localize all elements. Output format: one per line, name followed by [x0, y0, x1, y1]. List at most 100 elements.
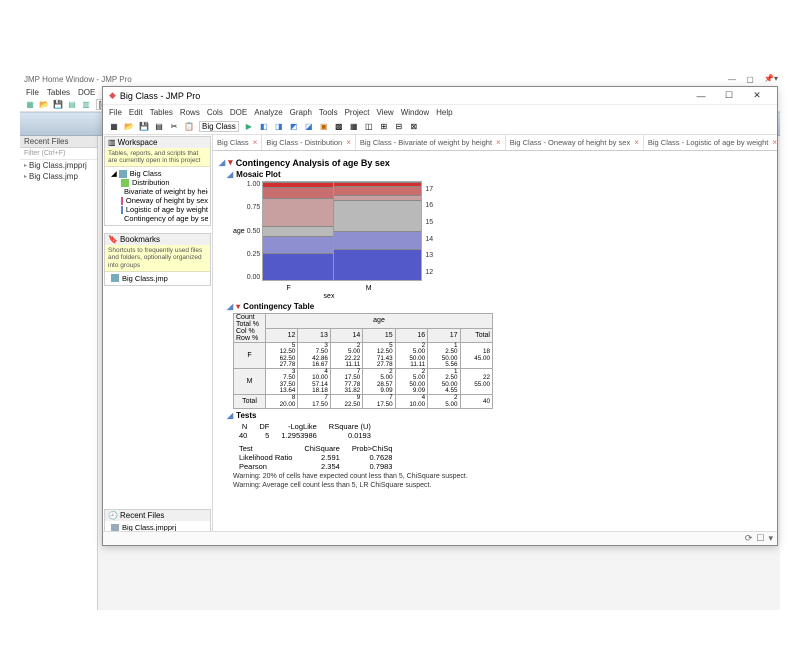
toolbar-icon[interactable]: ▥ [80, 99, 92, 111]
inner-min-icon[interactable]: ― [687, 88, 715, 104]
toolbar-icon[interactable]: 💾 [137, 120, 151, 134]
disclose-icon[interactable]: ◢ [227, 411, 233, 420]
mosaic-segment[interactable] [263, 187, 333, 198]
table-dropdown[interactable]: Big Class [199, 121, 239, 132]
tree-leaf[interactable]: Contingency of age by sex [107, 214, 208, 223]
close-icon[interactable]: × [253, 138, 258, 147]
mosaic-segment[interactable] [263, 236, 333, 252]
tab[interactable]: Big Class - Bivariate of weight by heigh… [356, 135, 506, 150]
outer-max-icon[interactable]: ▢ [742, 74, 758, 84]
disclose-icon[interactable]: ◢ [227, 170, 233, 179]
report-column: Big Class× Big Class - Distribution× Big… [213, 135, 777, 545]
inner-max-icon[interactable]: ☐ [715, 88, 743, 104]
mosaic-segment[interactable] [334, 249, 421, 280]
toolbar-icon[interactable]: ◫ [362, 120, 376, 134]
menu-item[interactable]: File [109, 108, 122, 117]
status-icon[interactable]: ☐ [756, 533, 764, 544]
bookmark-item[interactable]: Big Class.jmp [107, 274, 208, 283]
menu-item[interactable]: View [376, 108, 393, 117]
menu-item[interactable]: DOE [78, 88, 95, 97]
mosaic-segment[interactable] [334, 186, 421, 195]
close-icon[interactable]: × [634, 138, 639, 147]
tree-leaf[interactable]: Logistic of age by weight [107, 205, 208, 214]
hotspot-icon[interactable]: ▾ [236, 302, 240, 311]
close-icon[interactable]: × [772, 138, 777, 147]
status-icon[interactable]: ⟳ [745, 533, 753, 544]
toolbar-icon[interactable]: ▶ [242, 120, 256, 134]
menu-item[interactable]: DOE [230, 108, 247, 117]
menu-item[interactable]: Window [401, 108, 429, 117]
toolbar-icon[interactable]: ◨ [272, 120, 286, 134]
menu-item[interactable]: Help [436, 108, 452, 117]
y-axis: 1.000.750.500.250.00 [247, 181, 263, 281]
toolbar-new-icon[interactable]: ▦ [24, 99, 36, 111]
toolbar-icon[interactable]: ▦ [107, 120, 121, 134]
menu-item[interactable]: Edit [129, 108, 143, 117]
outer-right-tools: 📌▾ [764, 74, 778, 83]
file-label: Big Class.jmp [29, 172, 78, 181]
outer-title: JMP Home Window - JMP Pro [24, 75, 132, 84]
toolbar-icon[interactable]: ▩ [332, 120, 346, 134]
tree-root[interactable]: ◢ Big Class [107, 169, 208, 178]
outer-min-icon[interactable]: ― [724, 74, 740, 84]
menu-item[interactable]: Cols [207, 108, 223, 117]
recent-file-item[interactable]: ▸Big Class.jmp [20, 171, 97, 182]
menu-item[interactable]: Tables [47, 88, 70, 97]
menu-item[interactable]: Rows [180, 108, 200, 117]
toolbar-icon[interactable]: ▣ [317, 120, 331, 134]
menu-item[interactable]: Tables [150, 108, 173, 117]
file-label: Big Class.jmpprj [29, 161, 87, 170]
mosaic-segment[interactable] [334, 200, 421, 231]
warning-text: Warning: Average cell count less than 5,… [233, 482, 771, 489]
legend-label: 16 [425, 202, 433, 209]
toolbar-icon[interactable]: 📋 [182, 120, 196, 134]
tree-leaf[interactable]: Bivariate of weight by heig [107, 187, 208, 196]
tests-title: ◢Tests [227, 411, 771, 420]
mosaic-segment[interactable] [263, 253, 333, 280]
toolbar-open-icon[interactable]: 📂 [38, 99, 50, 111]
menu-item[interactable]: Graph [290, 108, 312, 117]
inner-close-icon[interactable]: ✕ [743, 88, 771, 104]
toolbar-icon[interactable]: 📂 [122, 120, 136, 134]
report-window: ◆ Big Class - JMP Pro ― ☐ ✕ File Edit Ta… [102, 86, 778, 546]
toolbar-icon[interactable]: ▦ [347, 120, 361, 134]
mosaic-segment[interactable] [263, 198, 333, 225]
toolbar-icon[interactable]: ▤ [152, 120, 166, 134]
toolbar-save-icon[interactable]: 💾 [52, 99, 64, 111]
tree-group[interactable]: Distribution [107, 178, 208, 187]
toolbar-icon[interactable]: ⊠ [407, 120, 421, 134]
tab[interactable]: Big Class× [213, 135, 262, 150]
workspace-column: ▥Workspace Tables, reports, and scripts … [103, 135, 213, 545]
recent-file-item[interactable]: ▸Big Class.jmpprj [20, 160, 97, 171]
toolbar-icon[interactable]: ◩ [287, 120, 301, 134]
toolbar-icon[interactable]: ◪ [302, 120, 316, 134]
menu-item[interactable]: File [26, 88, 39, 97]
toolbar-icon[interactable]: ◧ [257, 120, 271, 134]
warning-text: Warning: 20% of cells have expected coun… [233, 473, 771, 480]
toolbar-icon[interactable]: ▤ [66, 99, 78, 111]
mosaic-segment[interactable] [263, 226, 333, 237]
mosaic-chart[interactable] [262, 181, 422, 281]
filter-input[interactable]: Filter (Ctrl+F) [20, 148, 97, 160]
mosaic-segment[interactable] [334, 231, 421, 249]
contingency-table: CountTotal %Col %Row %age121314151617Tot… [233, 313, 493, 409]
toolbar-icon[interactable]: ⊞ [377, 120, 391, 134]
tree-leaf[interactable]: Oneway of height by sex [107, 196, 208, 205]
toolbar-icon[interactable]: ⊟ [392, 120, 406, 134]
tab[interactable]: Big Class - Logistic of age by weight× [644, 135, 777, 150]
pin-icon[interactable]: 📌▾ [764, 74, 778, 83]
close-icon[interactable]: × [496, 138, 501, 147]
disclose-icon[interactable]: ◢ [219, 158, 225, 167]
status-icon[interactable]: ▾ [768, 533, 773, 544]
legend-label: 13 [425, 252, 433, 259]
tests2-table: TestChiSquareProb>ChiSq Likelihood Ratio… [233, 444, 398, 471]
disclose-icon[interactable]: ◢ [227, 302, 233, 311]
hotspot-icon[interactable]: ▾ [228, 157, 233, 168]
close-icon[interactable]: × [346, 138, 351, 147]
toolbar-icon[interactable]: ✂ [167, 120, 181, 134]
menu-item[interactable]: Tools [319, 108, 338, 117]
menu-item[interactable]: Analyze [254, 108, 282, 117]
tab[interactable]: Big Class - Distribution× [262, 135, 356, 150]
tab[interactable]: Big Class - Oneway of height by sex× [506, 135, 644, 150]
menu-item[interactable]: Project [345, 108, 370, 117]
